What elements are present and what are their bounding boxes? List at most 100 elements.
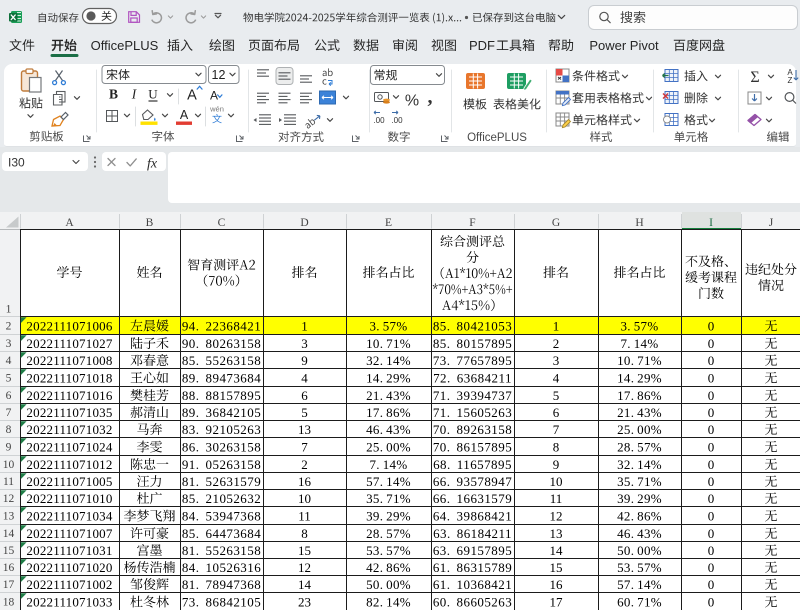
svg-text:2022111071027: 2022111071027 (26, 336, 112, 351)
svg-text:91. 05263158: 91. 05263158 (182, 457, 261, 472)
svg-text:42. 86%: 42. 86% (366, 560, 411, 575)
svg-text:4: 4 (6, 355, 12, 367)
svg-text:84. 53947368: 84. 53947368 (182, 508, 261, 523)
svg-text:10. 71%: 10. 71% (366, 336, 411, 351)
svg-text:fx: fx (147, 157, 158, 172)
svg-text:E: E (385, 217, 392, 229)
svg-text:2: 2 (553, 336, 560, 351)
svg-text:.00: .00 (391, 116, 403, 125)
svg-text:10: 10 (298, 491, 311, 506)
svg-text:OfficePLUS: OfficePLUS (91, 38, 159, 53)
svg-text:32. 14%: 32. 14% (366, 353, 411, 368)
svg-text:12: 12 (3, 493, 15, 505)
svg-text:0: 0 (708, 353, 715, 368)
svg-text:83. 92105263: 83. 92105263 (182, 422, 261, 437)
svg-text:3: 3 (553, 353, 560, 368)
svg-text:0: 0 (708, 491, 715, 506)
svg-text:A: A (180, 108, 189, 122)
svg-text:1: 1 (301, 318, 308, 333)
svg-text:28. 57%: 28. 57% (617, 439, 662, 454)
svg-text:6: 6 (6, 390, 12, 402)
svg-text:21. 43%: 21. 43% (617, 405, 662, 420)
svg-text:53. 57%: 53. 57% (366, 543, 411, 558)
svg-text:46. 43%: 46. 43% (617, 526, 662, 541)
svg-text:2022111071006: 2022111071006 (26, 318, 112, 333)
svg-text:0: 0 (708, 405, 715, 420)
svg-text:13: 13 (550, 526, 563, 541)
svg-text:Power Pivot: Power Pivot (589, 38, 659, 53)
svg-text:A: A (65, 217, 74, 229)
svg-text:14. 29%: 14. 29% (617, 370, 662, 385)
svg-text:72. 63684211: 72. 63684211 (433, 370, 512, 385)
svg-text:73. 77657895: 73. 77657895 (433, 353, 512, 368)
svg-text:25. 00%: 25. 00% (617, 422, 662, 437)
svg-text:2: 2 (6, 321, 12, 333)
svg-text:70. 89263158: 70. 89263158 (433, 422, 512, 437)
svg-text:2022111071008: 2022111071008 (26, 353, 112, 368)
svg-text:15: 15 (3, 545, 15, 557)
svg-text:85. 64473684: 85. 64473684 (182, 526, 261, 541)
svg-text:71. 15605263: 71. 15605263 (433, 405, 512, 420)
svg-text:6: 6 (301, 388, 308, 403)
svg-text:66. 93578947: 66. 93578947 (433, 474, 512, 489)
svg-text:4: 4 (301, 370, 308, 385)
svg-text:1: 1 (6, 304, 12, 316)
svg-text:OfficePLUS: OfficePLUS (467, 132, 527, 144)
svg-text:81. 52631579: 81. 52631579 (182, 474, 261, 489)
svg-text:35. 71%: 35. 71% (617, 474, 662, 489)
svg-text:10. 71%: 10. 71% (617, 353, 662, 368)
svg-text:89. 36842105: 89. 36842105 (182, 405, 261, 420)
svg-text:66. 16631579: 66. 16631579 (433, 491, 512, 506)
svg-text:U: U (148, 87, 158, 102)
svg-text:61. 86315789: 61. 86315789 (433, 560, 512, 575)
svg-text:.00: .00 (373, 116, 385, 125)
svg-text:2022111071031: 2022111071031 (26, 543, 112, 558)
svg-text:0: 0 (708, 577, 715, 592)
svg-text:70. 86157895: 70. 86157895 (433, 439, 512, 454)
svg-text:81. 55263158: 81. 55263158 (182, 543, 261, 558)
svg-text:5: 5 (553, 388, 560, 403)
svg-text:0: 0 (708, 388, 715, 403)
svg-text:0: 0 (708, 543, 715, 558)
svg-text:57. 14%: 57. 14% (366, 474, 411, 489)
svg-text:17. 86%: 17. 86% (366, 405, 411, 420)
svg-text:14: 14 (3, 528, 15, 540)
svg-text:B: B (109, 87, 118, 102)
svg-text:11: 11 (3, 476, 14, 488)
svg-text:2022111071002: 2022111071002 (26, 577, 112, 592)
svg-text:2022111071016: 2022111071016 (26, 388, 112, 403)
svg-text:2022111071035: 2022111071035 (26, 405, 112, 420)
svg-text:0: 0 (708, 370, 715, 385)
svg-text:8: 8 (553, 439, 560, 454)
svg-text:2022111071024: 2022111071024 (26, 439, 112, 454)
svg-text:13: 13 (298, 422, 311, 437)
svg-text:84. 10526316: 84. 10526316 (182, 560, 261, 575)
svg-text:39. 29%: 39. 29% (617, 491, 662, 506)
svg-text:2022111071034: 2022111071034 (26, 508, 112, 523)
svg-text:G: G (552, 217, 560, 229)
svg-text:0: 0 (708, 422, 715, 437)
svg-text:8: 8 (301, 526, 308, 541)
svg-text:2022111071033: 2022111071033 (26, 594, 112, 609)
svg-text:16: 16 (298, 474, 312, 489)
svg-text:F: F (469, 217, 475, 229)
svg-text:16: 16 (3, 562, 15, 574)
svg-text:17: 17 (550, 594, 564, 609)
svg-text:Σ: Σ (750, 69, 759, 86)
svg-text:10: 10 (3, 459, 15, 471)
svg-text:I: I (709, 217, 713, 229)
svg-text:D: D (300, 217, 308, 229)
svg-text:15: 15 (298, 543, 311, 558)
svg-text:3: 3 (301, 336, 308, 351)
svg-text:3. 57%: 3. 57% (621, 318, 659, 333)
svg-text:5: 5 (301, 405, 308, 420)
svg-text:9: 9 (6, 442, 12, 454)
svg-text:12: 12 (212, 68, 226, 82)
svg-text:2022111071007: 2022111071007 (26, 526, 112, 541)
svg-text:0: 0 (708, 318, 715, 333)
svg-text:I: I (131, 87, 138, 102)
svg-text:57. 14%: 57. 14% (617, 577, 662, 592)
svg-text:14: 14 (550, 543, 564, 558)
svg-text:11: 11 (550, 491, 563, 506)
svg-text:3: 3 (6, 338, 12, 350)
